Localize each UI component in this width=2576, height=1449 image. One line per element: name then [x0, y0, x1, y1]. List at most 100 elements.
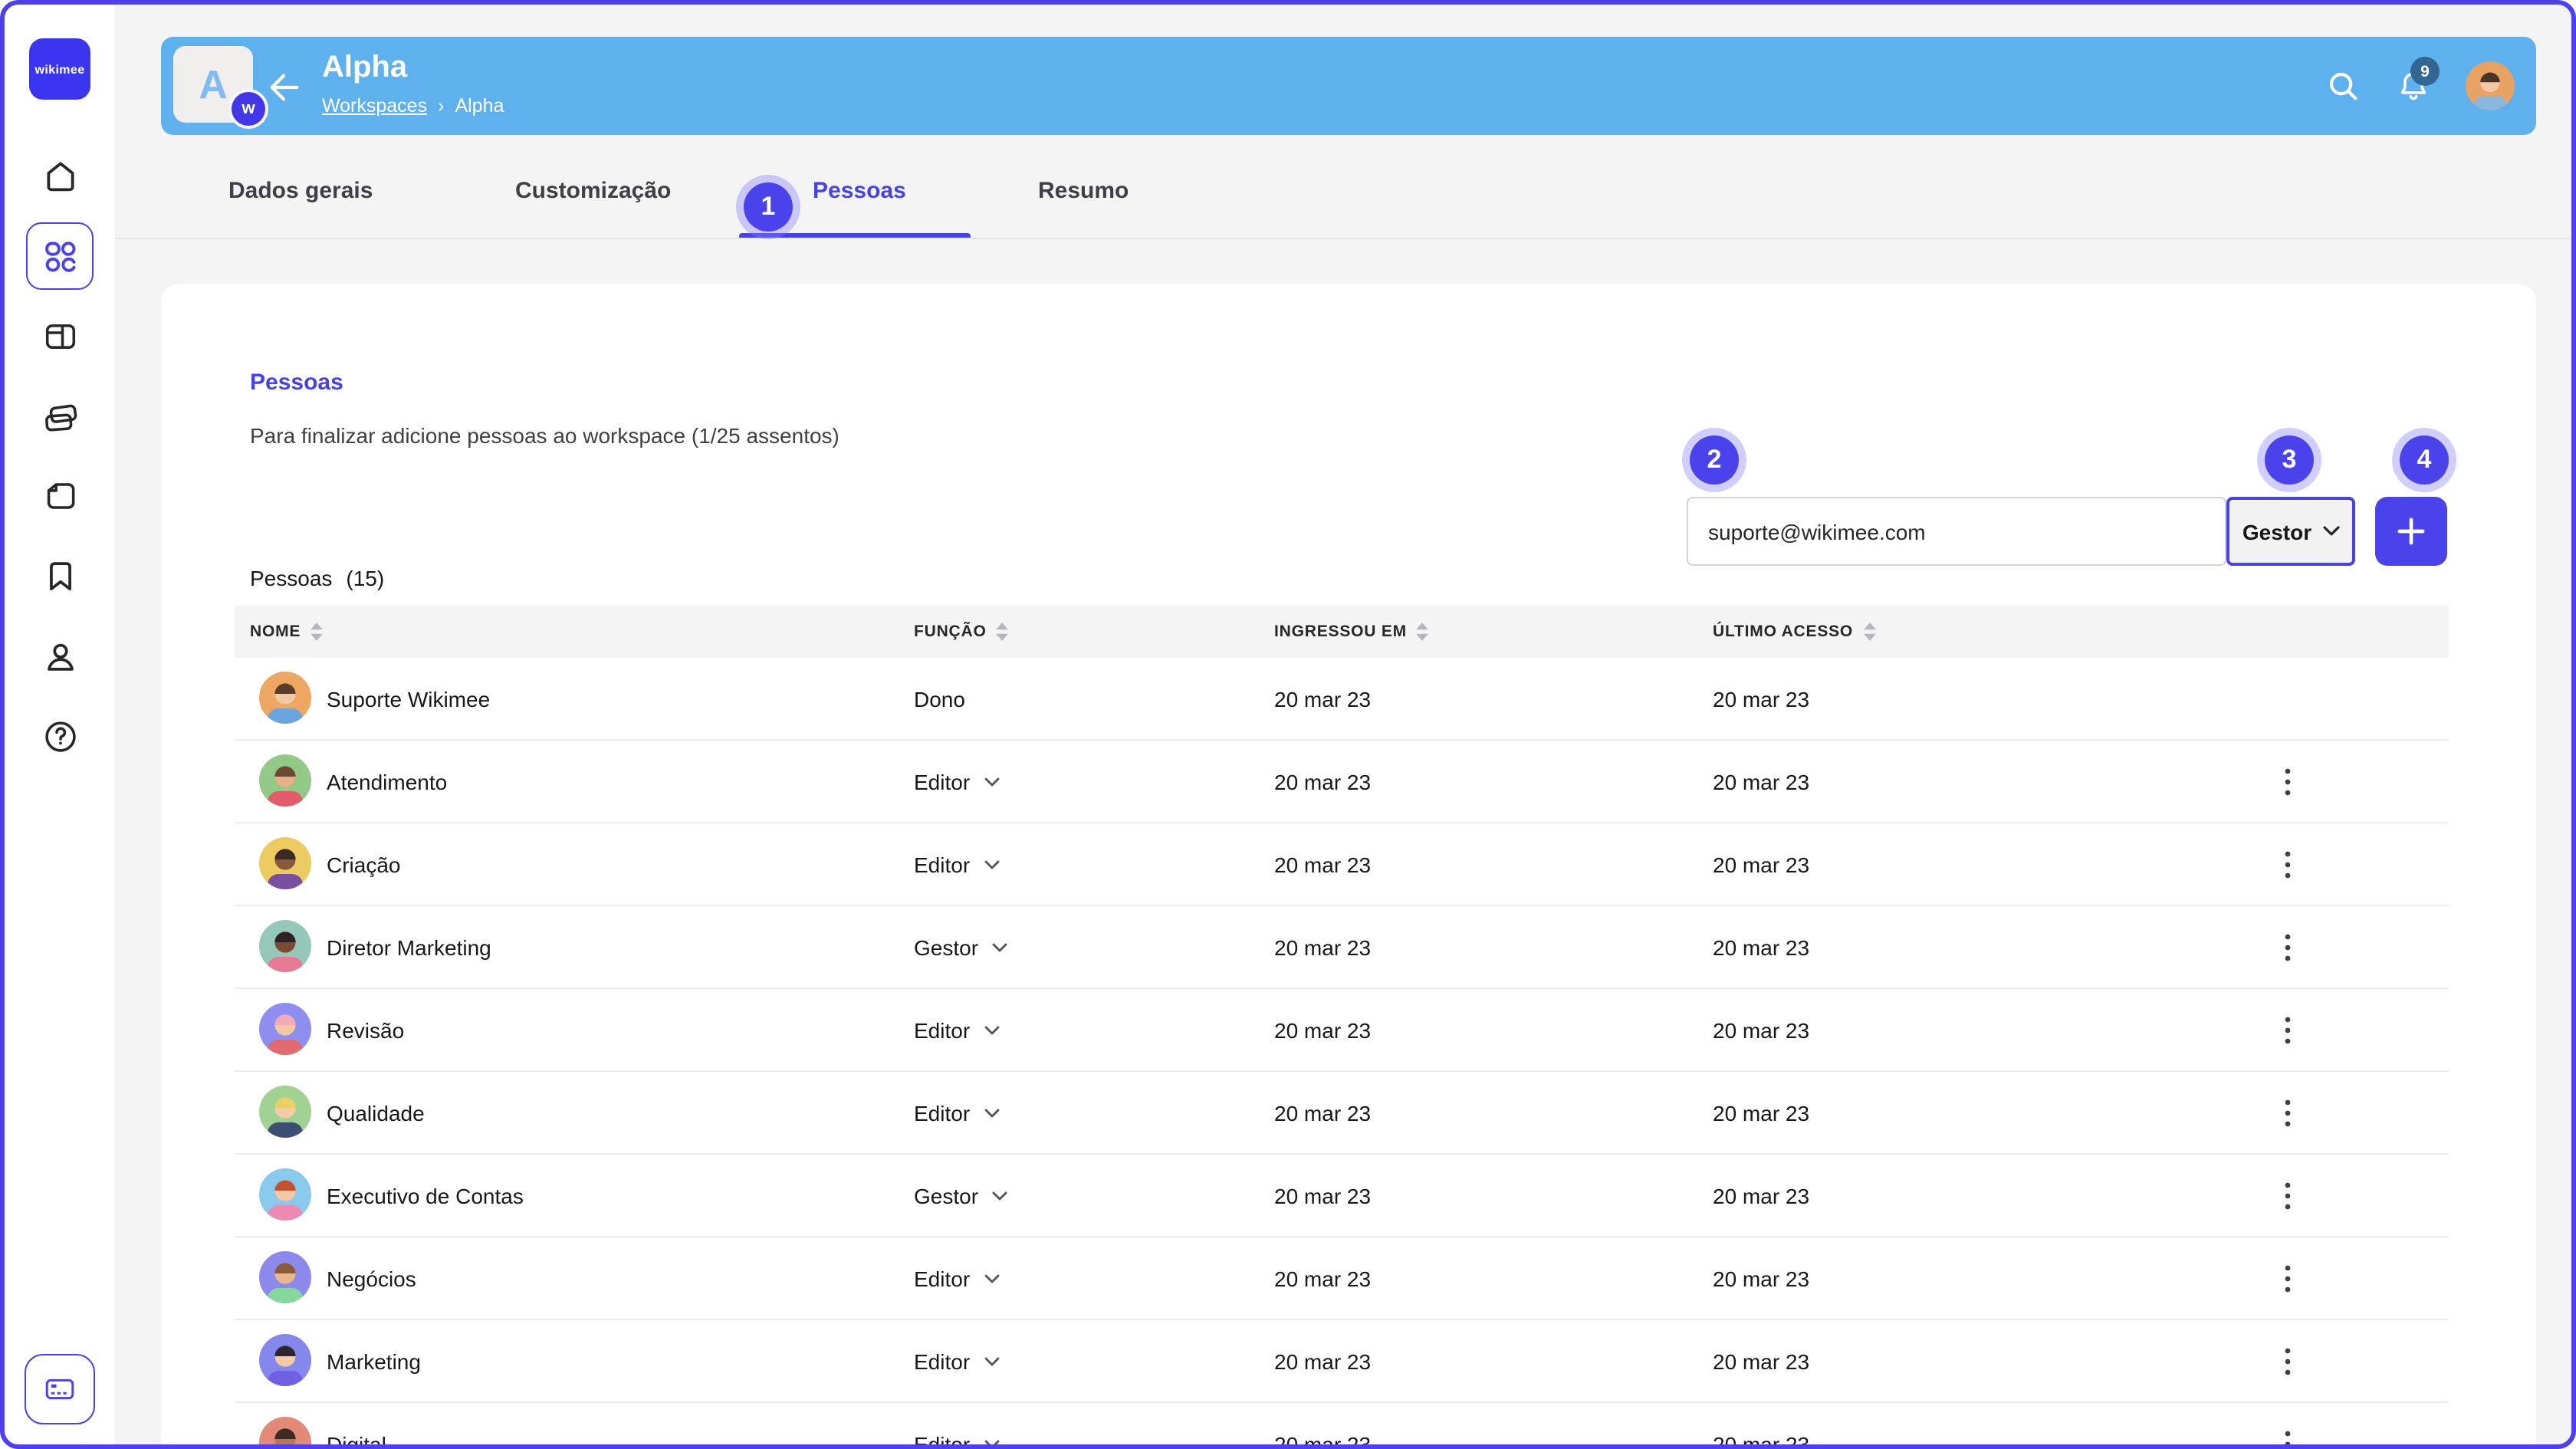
step-badge-3: 3	[2265, 435, 2314, 485]
people-list-title: Pessoas (15)	[250, 566, 384, 590]
tab-dados-gerais[interactable]: Dados gerais	[228, 178, 373, 204]
person-role[interactable]: Editor	[914, 1320, 999, 1401]
notification-count-badge: 9	[2410, 57, 2440, 86]
row-menu-button[interactable]	[2268, 1237, 2308, 1319]
row-menu-button[interactable]	[2268, 1072, 2308, 1153]
workspace-tile[interactable]: A w	[173, 46, 253, 123]
person-role[interactable]: Editor	[914, 1403, 999, 1449]
layers-icon[interactable]	[32, 389, 87, 445]
column-header-ingressou-em[interactable]: INGRESSOU EM	[1274, 606, 1430, 658]
person-role[interactable]: Editor	[914, 989, 999, 1070]
table-row: Qualidade Editor 20 mar 23 20 mar 23	[235, 1072, 2449, 1155]
table-row: Executivo de Contas Gestor 20 mar 23 20 …	[235, 1155, 2449, 1237]
chevron-down-icon	[992, 942, 1007, 951]
boards-icon[interactable]	[32, 308, 87, 363]
person-name: Marketing	[327, 1320, 421, 1401]
search-icon[interactable]	[2325, 67, 2361, 104]
kebab-icon	[2285, 1347, 2291, 1375]
sort-icon	[996, 623, 1010, 641]
chevron-down-icon	[992, 1191, 1007, 1200]
breadcrumb-current: Alpha	[455, 95, 504, 117]
person-role[interactable]: Editor	[914, 1237, 999, 1319]
add-person-button[interactable]	[2375, 497, 2447, 566]
person-role[interactable]: Editor	[914, 823, 999, 905]
table-row: Suporte Wikimee Dono 20 mar 23 20 mar 23	[235, 658, 2449, 741]
row-menu-button[interactable]	[2268, 906, 2308, 987]
kebab-icon	[2285, 1099, 2291, 1126]
row-menu-button[interactable]	[2268, 989, 2308, 1070]
notifications-button[interactable]: 9	[2395, 67, 2432, 104]
joined-cell: 20 mar 23	[1274, 1072, 1371, 1153]
bookmark-icon[interactable]	[32, 547, 87, 603]
row-menu-button[interactable]	[2268, 1403, 2308, 1449]
chevron-down-icon	[984, 1025, 999, 1034]
column-header-ultimo-acesso[interactable]: ÚLTIMO ACESSO	[1713, 606, 1876, 658]
role-text: Dono	[914, 686, 965, 711]
invite-email-input[interactable]	[1687, 497, 2226, 566]
people-list-label: Pessoas	[250, 566, 332, 590]
role-text: Editor	[914, 1017, 970, 1042]
person-role[interactable]: Editor	[914, 741, 999, 822]
step-badge-4: 4	[2400, 435, 2449, 485]
invite-role-value: Gestor	[2242, 519, 2312, 544]
column-header-nome[interactable]: NOME	[250, 606, 324, 658]
avatar	[259, 672, 311, 724]
sort-icon	[310, 623, 324, 641]
table-row: Negócios Editor 20 mar 23 20 mar 23	[235, 1237, 2449, 1320]
person-name: Executivo de Contas	[327, 1155, 524, 1236]
last-access-cell: 20 mar 23	[1713, 1155, 1809, 1236]
step-badge-1: 1	[744, 182, 793, 232]
billing-card-button[interactable]	[25, 1354, 95, 1424]
tab-resumo[interactable]: Resumo	[1038, 178, 1129, 204]
avatar	[259, 1086, 311, 1138]
tab-customizacao[interactable]: Customização	[515, 178, 671, 204]
back-button[interactable]	[265, 69, 302, 106]
chevron-down-icon	[984, 1108, 999, 1117]
table-row: Atendimento Editor 20 mar 23 20 mar 23	[235, 741, 2449, 823]
sort-icon	[1862, 623, 1876, 641]
avatar	[259, 920, 311, 972]
role-text: Editor	[914, 1349, 970, 1373]
tab-pessoas[interactable]: Pessoas	[813, 178, 906, 204]
kebab-icon	[2285, 1016, 2291, 1043]
last-access-cell: 20 mar 23	[1713, 1403, 1809, 1449]
chevron-down-icon	[984, 859, 999, 869]
last-access-cell: 20 mar 23	[1713, 741, 1809, 822]
app: wikimee	[0, 0, 2576, 1449]
section-subtitle: Para finalizar adicione pessoas ao works…	[250, 423, 840, 448]
person-name: Diretor Marketing	[327, 906, 491, 987]
column-header-funcao[interactable]: FUNÇÃO	[914, 606, 1010, 658]
kebab-icon	[2285, 933, 2291, 961]
documents-icon[interactable]	[32, 468, 87, 523]
row-menu-button[interactable]	[2268, 1155, 2308, 1236]
wikimee-logo[interactable]: wikimee	[29, 38, 90, 100]
breadcrumb: Workspaces › Alpha	[322, 95, 504, 117]
breadcrumb-workspaces[interactable]: Workspaces	[322, 95, 427, 117]
header-actions: 9	[2325, 37, 2515, 135]
people-icon[interactable]	[32, 629, 87, 684]
person-role[interactable]: Gestor	[914, 1155, 1007, 1236]
joined-cell: 20 mar 23	[1274, 1320, 1371, 1401]
person-role: Dono	[914, 658, 965, 739]
help-icon[interactable]	[32, 708, 87, 764]
workspace-header: A w Alpha Workspaces › Alpha 9	[161, 37, 2536, 135]
joined-cell: 20 mar 23	[1274, 658, 1371, 739]
person-role[interactable]: Gestor	[914, 906, 1007, 987]
row-menu-button[interactable]	[2268, 741, 2308, 822]
plus-icon	[2397, 517, 2426, 546]
home-icon[interactable]	[32, 147, 87, 202]
role-text: Gestor	[914, 1183, 978, 1208]
row-menu-button[interactable]	[2268, 823, 2308, 905]
joined-cell: 20 mar 23	[1274, 906, 1371, 987]
person-role[interactable]: Editor	[914, 1072, 999, 1153]
kebab-icon	[2285, 1181, 2291, 1209]
chevron-down-icon	[2322, 526, 2339, 537]
invite-role-select[interactable]: Gestor	[2226, 497, 2355, 566]
apps-icon[interactable]	[26, 222, 94, 290]
sidebar: wikimee	[5, 5, 115, 1444]
chevron-down-icon	[984, 1439, 999, 1448]
user-avatar[interactable]	[2466, 61, 2515, 110]
joined-cell: 20 mar 23	[1274, 1237, 1371, 1319]
row-menu-button[interactable]	[2268, 1320, 2308, 1401]
avatar	[259, 1251, 311, 1303]
